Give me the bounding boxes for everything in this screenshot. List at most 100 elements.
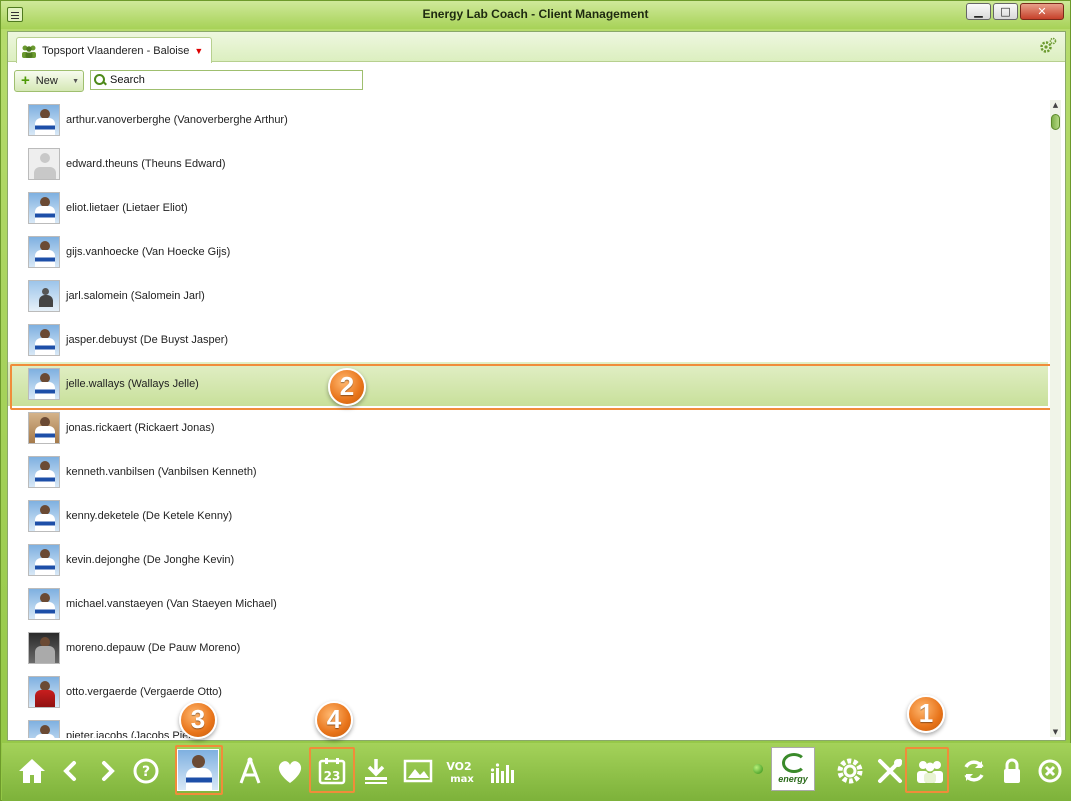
scroll-down-icon[interactable]: ▼	[1050, 727, 1061, 737]
panel-settings-icon[interactable]	[1039, 37, 1057, 55]
app-window: Energy Lab Coach - Client Management ▁ □…	[0, 0, 1071, 801]
tab-label: Topsport Vlaanderen - Baloise	[42, 44, 190, 57]
maximize-icon: □	[1000, 5, 1011, 18]
tab-dropdown-icon[interactable]: ▼	[194, 46, 203, 56]
callout-badge-4: 4	[315, 701, 353, 739]
client-avatar	[28, 280, 60, 312]
sync-button[interactable]	[956, 751, 992, 791]
energy-swoosh-icon	[782, 753, 806, 773]
client-avatar	[28, 720, 60, 738]
scroll-thumb[interactable]	[1051, 114, 1060, 130]
sync-icon	[964, 760, 984, 782]
new-client-button[interactable]: + New ▼	[14, 70, 84, 92]
client-avatar	[28, 104, 60, 136]
client-avatar	[28, 544, 60, 576]
client-row[interactable]: pieter.jacobs (Jacobs Pieter)	[8, 714, 1048, 738]
tools-button[interactable]	[872, 751, 908, 791]
back-icon	[63, 761, 76, 781]
team-group-icon	[21, 44, 37, 58]
settings-gear-icon	[837, 758, 863, 784]
forward-button[interactable]	[90, 751, 126, 791]
client-avatar	[28, 368, 60, 400]
client-row[interactable]: jelle.wallays (Wallays Jelle)	[8, 362, 1048, 406]
client-row[interactable]: kenneth.vanbilsen (Vanbilsen Kenneth)	[8, 450, 1048, 494]
client-list: arthur.vanoverberghe (Vanoverberghe Arth…	[8, 98, 1048, 738]
energy-logo[interactable]: energy	[771, 747, 815, 791]
list-scrollbar[interactable]: ▲ ▼	[1050, 100, 1061, 737]
client-name: jonas.rickaert (Rickaert Jonas)	[66, 422, 215, 434]
calendar-day: 23	[324, 769, 341, 783]
bottom-toolbar: ? 23 VO2 max	[2, 743, 1071, 801]
list-toolbar: + New ▼	[8, 63, 1065, 93]
vo2-bottom-label: max	[450, 774, 474, 785]
new-dropdown-icon[interactable]: ▼	[72, 78, 79, 85]
minimize-button[interactable]: ▁	[966, 3, 991, 20]
client-name: edward.theuns (Theuns Edward)	[66, 158, 226, 170]
client-row[interactable]: kevin.dejonghe (De Jonghe Kevin)	[8, 538, 1048, 582]
client-row[interactable]: edward.theuns (Theuns Edward)	[8, 142, 1048, 186]
download-button[interactable]	[358, 751, 394, 791]
help-button[interactable]: ?	[128, 751, 164, 791]
client-row[interactable]: michael.vanstaeyen (Van Staeyen Michael)	[8, 582, 1048, 626]
client-avatar	[28, 324, 60, 356]
athlete-avatar	[177, 749, 219, 791]
client-avatar	[28, 632, 60, 664]
search-icon	[94, 74, 106, 86]
minimize-icon: ▁	[974, 5, 983, 18]
maximize-button[interactable]: □	[993, 3, 1018, 20]
image-icon	[403, 759, 433, 783]
client-avatar	[28, 412, 60, 444]
forward-icon	[102, 761, 115, 781]
svg-text:?: ?	[142, 764, 150, 780]
close-icon: ✕	[1037, 5, 1047, 18]
client-row[interactable]: gijs.vanhoecke (Van Hoecke Gijs)	[8, 230, 1048, 274]
home-button[interactable]	[14, 751, 50, 791]
clients-button[interactable]	[912, 751, 948, 791]
client-row[interactable]: arthur.vanoverberghe (Vanoverberghe Arth…	[8, 98, 1048, 142]
heart-icon	[278, 761, 302, 783]
title-bar[interactable]: Energy Lab Coach - Client Management ▁ □…	[1, 1, 1070, 29]
scroll-up-icon[interactable]: ▲	[1050, 100, 1061, 110]
callout-badge-2: 2	[328, 368, 366, 406]
help-icon: ?	[133, 758, 159, 784]
client-row[interactable]: jarl.salomein (Salomein Jarl)	[8, 274, 1048, 318]
energy-logo-label: energy	[778, 774, 808, 784]
stats-icon	[490, 763, 514, 783]
calendar-icon: 23	[318, 758, 346, 785]
compass-button[interactable]	[232, 751, 268, 791]
client-row[interactable]: jonas.rickaert (Rickaert Jonas)	[8, 406, 1048, 450]
media-button[interactable]	[400, 751, 436, 791]
vo2max-icon: VO2 max	[446, 760, 474, 785]
client-name: eliot.lietaer (Lietaer Eliot)	[66, 202, 188, 214]
vo2max-button[interactable]: VO2 max	[442, 751, 478, 791]
client-row[interactable]: moreno.depauw (De Pauw Moreno)	[8, 626, 1048, 670]
calendar-button[interactable]: 23	[314, 751, 350, 791]
exit-button[interactable]	[1032, 751, 1068, 791]
lock-button[interactable]	[994, 751, 1030, 791]
client-avatar	[28, 500, 60, 532]
client-avatar	[28, 148, 60, 180]
home-icon	[19, 759, 45, 783]
plus-icon: +	[21, 72, 30, 89]
client-name: arthur.vanoverberghe (Vanoverberghe Arth…	[66, 114, 288, 126]
client-management-panel: Topsport Vlaanderen - Baloise ▼ + New ▼	[7, 31, 1066, 741]
tools-icon	[878, 759, 902, 783]
client-row[interactable]: jasper.debuyst (De Buyst Jasper)	[8, 318, 1048, 362]
callout-badge-3: 3	[179, 701, 217, 739]
client-row[interactable]: kenny.deketele (De Ketele Kenny)	[8, 494, 1048, 538]
tab-team[interactable]: Topsport Vlaanderen - Baloise ▼	[16, 37, 213, 63]
search-input[interactable]	[106, 72, 356, 88]
client-name: jelle.wallays (Wallays Jelle)	[66, 378, 199, 390]
search-box	[90, 70, 363, 90]
stats-button[interactable]	[484, 751, 520, 791]
client-row[interactable]: eliot.lietaer (Lietaer Eliot)	[8, 186, 1048, 230]
health-button[interactable]	[272, 751, 308, 791]
settings-button[interactable]	[832, 751, 868, 791]
back-button[interactable]	[52, 751, 88, 791]
client-row[interactable]: otto.vergaerde (Vergaerde Otto)	[8, 670, 1048, 714]
callout-badge-1: 1	[907, 695, 945, 733]
athlete-avatar-button[interactable]	[176, 747, 220, 793]
client-avatar	[28, 236, 60, 268]
client-avatar	[28, 676, 60, 708]
close-button[interactable]: ✕	[1020, 3, 1064, 20]
